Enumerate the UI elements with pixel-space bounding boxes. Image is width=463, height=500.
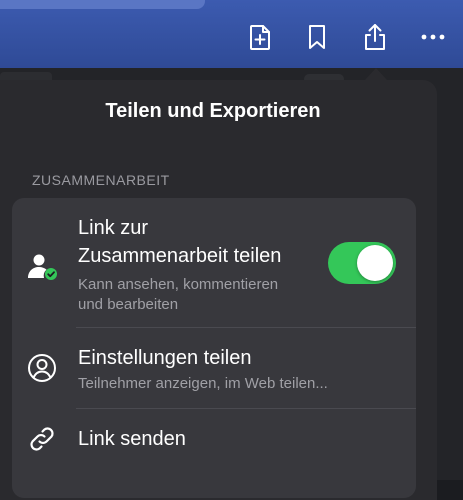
tab-sliver xyxy=(0,0,205,9)
person-circle-icon xyxy=(26,352,58,384)
top-toolbar xyxy=(0,0,463,68)
row-subtitle: Kann ansehen, kommentieren xyxy=(78,276,279,293)
row-subtitle: Teilnehmer anzeigen, im Web teilen... xyxy=(78,375,328,392)
divider xyxy=(76,408,416,409)
share-icon[interactable] xyxy=(358,20,392,54)
divider xyxy=(76,327,416,328)
row-title: Link senden xyxy=(78,428,186,450)
bookmark-icon[interactable] xyxy=(300,20,334,54)
toggle-knob xyxy=(357,245,393,281)
row-subtitle: und bearbeiten xyxy=(78,296,179,313)
popover-title: Teilen und Exportieren xyxy=(105,100,321,122)
person-check-icon xyxy=(26,250,58,282)
row-title: Link zur xyxy=(78,217,149,239)
link-icon xyxy=(26,423,58,455)
row-title: Einstellungen teilen xyxy=(78,347,252,369)
collaboration-toggle[interactable] xyxy=(328,242,396,284)
row-title: Zusammenarbeit teilen xyxy=(78,245,282,267)
section-label: ZUSAMMENARBEIT xyxy=(32,172,170,188)
new-page-icon[interactable] xyxy=(243,20,277,54)
more-icon[interactable] xyxy=(416,20,450,54)
